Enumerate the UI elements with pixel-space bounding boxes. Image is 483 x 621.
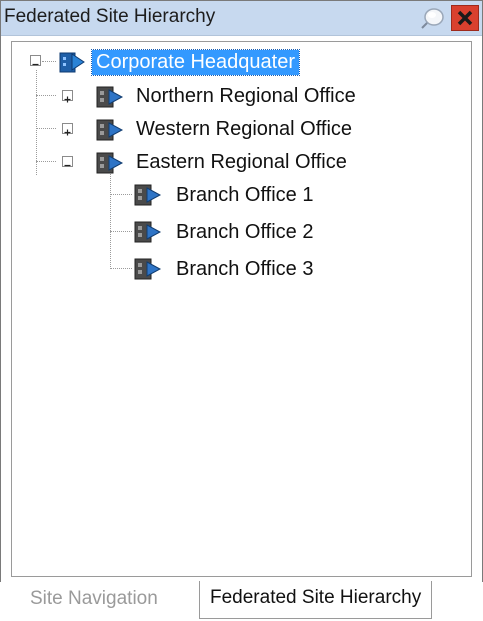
tree-node-branch-office-1[interactable]: Branch Office 1 (12, 181, 412, 211)
tree-node-label: Western Regional Office (136, 118, 353, 140)
tree-node-eastern-regional-office[interactable]: Eastern Regional Office (12, 148, 412, 178)
tab-site-navigation[interactable]: Site Navigation (20, 582, 168, 618)
window-titlebar: Federated Site Hierarchy (1, 1, 482, 36)
site-icon (96, 86, 124, 108)
tree-node-label: Northern Regional Office (136, 85, 356, 107)
tree-node-label: Branch Office 2 (176, 221, 314, 243)
tree-node-western-regional-office[interactable]: Western Regional Office (12, 115, 412, 145)
tree-node-northern-regional-office[interactable]: Northern Regional Office (12, 82, 412, 112)
site-icon (96, 152, 124, 174)
collapse-toggle[interactable] (62, 156, 73, 167)
tree-node-label: Corporate Headquater (90, 49, 301, 76)
close-icon (457, 10, 473, 26)
tree-node-corporate-headquater[interactable]: Corporate Headquater (12, 48, 352, 78)
panel-tabstrip: Site Navigation Federated Site Hierarchy (0, 581, 483, 621)
tree-node-label: Branch Office 1 (176, 184, 314, 206)
expand-toggle[interactable] (62, 90, 73, 103)
tree-node-branch-office-2[interactable]: Branch Office 2 (12, 218, 412, 248)
tab-federated-site-hierarchy[interactable]: Federated Site Hierarchy (199, 581, 433, 619)
site-icon (96, 119, 124, 141)
federated-site-hierarchy-window: Federated Site Hierarchy Corporate Headq… (0, 0, 483, 583)
expand-toggle[interactable] (62, 123, 73, 136)
window-title: Federated Site Hierarchy (4, 6, 216, 27)
tree-node-label: Branch Office 3 (176, 258, 314, 280)
pin-icon[interactable] (419, 6, 445, 30)
tree-node-label: Eastern Regional Office (136, 151, 347, 173)
close-button[interactable] (451, 5, 479, 31)
site-icon (134, 184, 162, 206)
collapse-toggle[interactable] (30, 55, 41, 66)
site-hierarchy-tree[interactable]: Corporate Headquater Northern Regional O… (11, 41, 472, 577)
site-icon (59, 52, 85, 73)
tree-node-branch-office-3[interactable]: Branch Office 3 (12, 255, 412, 285)
site-icon (134, 221, 162, 243)
site-icon (134, 258, 162, 280)
